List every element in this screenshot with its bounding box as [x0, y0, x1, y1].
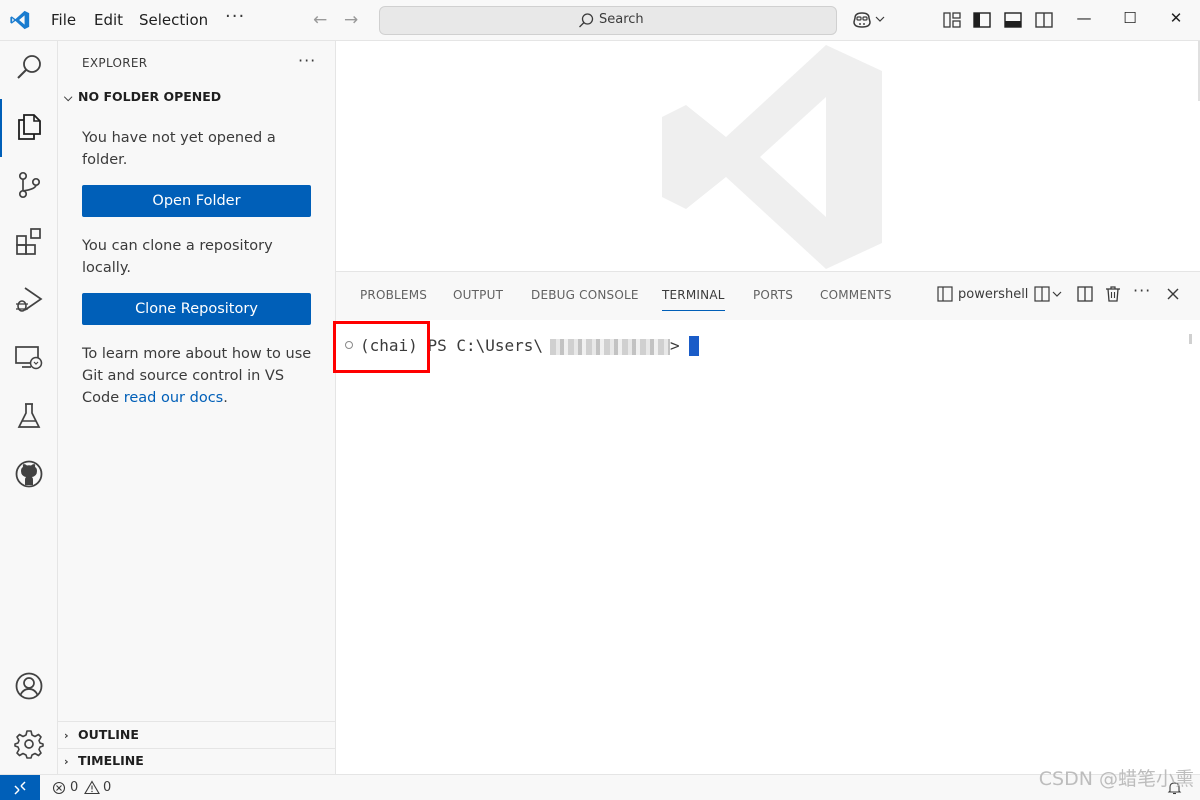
menu-edit[interactable]: Edit	[94, 11, 123, 29]
explorer-sidebar: EXPLORER ··· ⌵ NO FOLDER OPENED You have …	[58, 41, 336, 774]
tab-ports[interactable]: PORTS	[753, 288, 793, 302]
chevron-down-icon[interactable]	[875, 14, 885, 24]
divider	[58, 748, 335, 749]
editor-area[interactable]	[336, 41, 1200, 271]
error-count[interactable]: 0	[70, 780, 78, 795]
sidebar-title: EXPLORER	[82, 56, 148, 70]
prompt-end: >	[670, 336, 680, 355]
section-outline[interactable]: › OUTLINE	[64, 727, 139, 742]
maximize-button[interactable]: ☐	[1118, 9, 1142, 27]
warning-count[interactable]: 0	[103, 780, 111, 795]
learn-more-message: To learn more about how to use Git and s…	[82, 343, 312, 409]
github-icon[interactable]	[13, 458, 45, 490]
section-label: TIMELINE	[78, 753, 144, 768]
clone-repository-button[interactable]: Clone Repository	[82, 293, 311, 325]
activity-bar	[0, 41, 58, 774]
section-label: OUTLINE	[78, 727, 139, 742]
chevron-down-icon: ⌵	[64, 91, 73, 104]
active-indicator	[0, 99, 2, 157]
tab-comments[interactable]: COMMENTS	[820, 288, 892, 302]
vscode-window: File Edit Selection ··· ← → Search — ☐ ✕…	[0, 0, 1200, 800]
split-editor-icon[interactable]	[1076, 285, 1094, 303]
error-icon	[52, 781, 66, 795]
tab-output[interactable]: OUTPUT	[453, 288, 503, 302]
csdn-watermark: CSDN @蜡笔小熏	[1038, 768, 1194, 790]
forward-arrow-button[interactable]: →	[344, 10, 358, 30]
panel-more-button[interactable]: ···	[1133, 281, 1151, 300]
menu-file[interactable]: File	[51, 11, 76, 29]
bottom-panel: PROBLEMS OUTPUT DEBUG CONSOLE TERMINAL P…	[333, 271, 1200, 775]
terminal-panel-icon	[937, 286, 953, 302]
toggle-panel-icon[interactable]	[1003, 10, 1023, 30]
status-bar: 0 0	[0, 774, 1200, 800]
close-panel-icon[interactable]	[1164, 285, 1182, 303]
settings-gear-icon[interactable]	[13, 728, 45, 760]
divider	[58, 721, 335, 722]
copilot-icon[interactable]	[851, 9, 873, 31]
minimize-button[interactable]: —	[1072, 9, 1096, 27]
clone-message: You can clone a repository locally.	[82, 238, 273, 276]
customize-layout-icon[interactable]	[942, 10, 962, 30]
accounts-icon[interactable]	[13, 670, 45, 702]
close-window-button[interactable]: ✕	[1164, 9, 1188, 27]
trash-kill-terminal-icon[interactable]	[1104, 285, 1122, 303]
title-bar: File Edit Selection ··· ← → Search — ☐ ✕	[0, 0, 1200, 41]
search-icon[interactable]	[13, 52, 45, 84]
toggle-secondary-sidebar-icon[interactable]	[1034, 10, 1054, 30]
toggle-primary-sidebar-icon[interactable]	[972, 10, 992, 30]
menu-more-button[interactable]: ···	[225, 6, 245, 27]
source-control-icon[interactable]	[13, 169, 45, 201]
search-icon	[579, 13, 594, 28]
remote-explorer-icon[interactable]	[13, 342, 45, 374]
no-folder-message: You have not yet opened a folder.	[82, 130, 276, 168]
tab-problems[interactable]: PROBLEMS	[360, 288, 427, 302]
run-and-debug-icon[interactable]	[13, 284, 45, 316]
active-tab-underline	[662, 310, 725, 311]
warning-icon	[84, 780, 100, 795]
remote-icon	[14, 781, 26, 795]
vscode-logo-icon	[10, 10, 30, 30]
section-no-folder-opened[interactable]: ⌵ NO FOLDER OPENED	[64, 89, 221, 105]
terminal[interactable]: (chai) PS C:\Users\ >	[333, 320, 1200, 775]
back-arrow-button[interactable]: ←	[313, 10, 327, 30]
command-center-search[interactable]: Search	[379, 6, 837, 35]
tab-terminal[interactable]: TERMINAL	[662, 288, 725, 302]
terminal-cursor	[689, 336, 699, 356]
open-folder-button[interactable]: Open Folder	[82, 185, 311, 217]
explorer-files-icon[interactable]	[13, 110, 45, 142]
vscode-watermark-logo-icon	[662, 45, 882, 269]
split-terminal-icon[interactable]	[1033, 285, 1051, 303]
read-docs-link[interactable]: read our docs	[124, 390, 224, 406]
section-label: NO FOLDER OPENED	[78, 89, 222, 104]
menu-selection[interactable]: Selection	[139, 11, 208, 29]
prompt-path: PS C:\Users\	[427, 336, 544, 355]
learn-more-suffix: .	[223, 390, 228, 406]
search-placeholder: Search	[599, 12, 644, 27]
highlight-annotation-box	[333, 321, 430, 373]
extensions-icon[interactable]	[13, 226, 45, 258]
chevron-down-icon[interactable]	[1052, 289, 1062, 299]
tab-debug-console[interactable]: DEBUG CONSOLE	[531, 288, 639, 302]
chevron-right-icon: ›	[64, 755, 69, 768]
testing-flask-icon[interactable]	[13, 400, 45, 432]
redacted-username	[550, 339, 670, 355]
terminal-scrollbar[interactable]	[1189, 334, 1192, 344]
remote-indicator-button[interactable]	[0, 775, 40, 800]
terminal-shell-name[interactable]: powershell	[958, 287, 1028, 302]
sidebar-more-button[interactable]: ···	[298, 51, 316, 70]
section-timeline[interactable]: › TIMELINE	[64, 753, 144, 768]
chevron-right-icon: ›	[64, 729, 69, 742]
